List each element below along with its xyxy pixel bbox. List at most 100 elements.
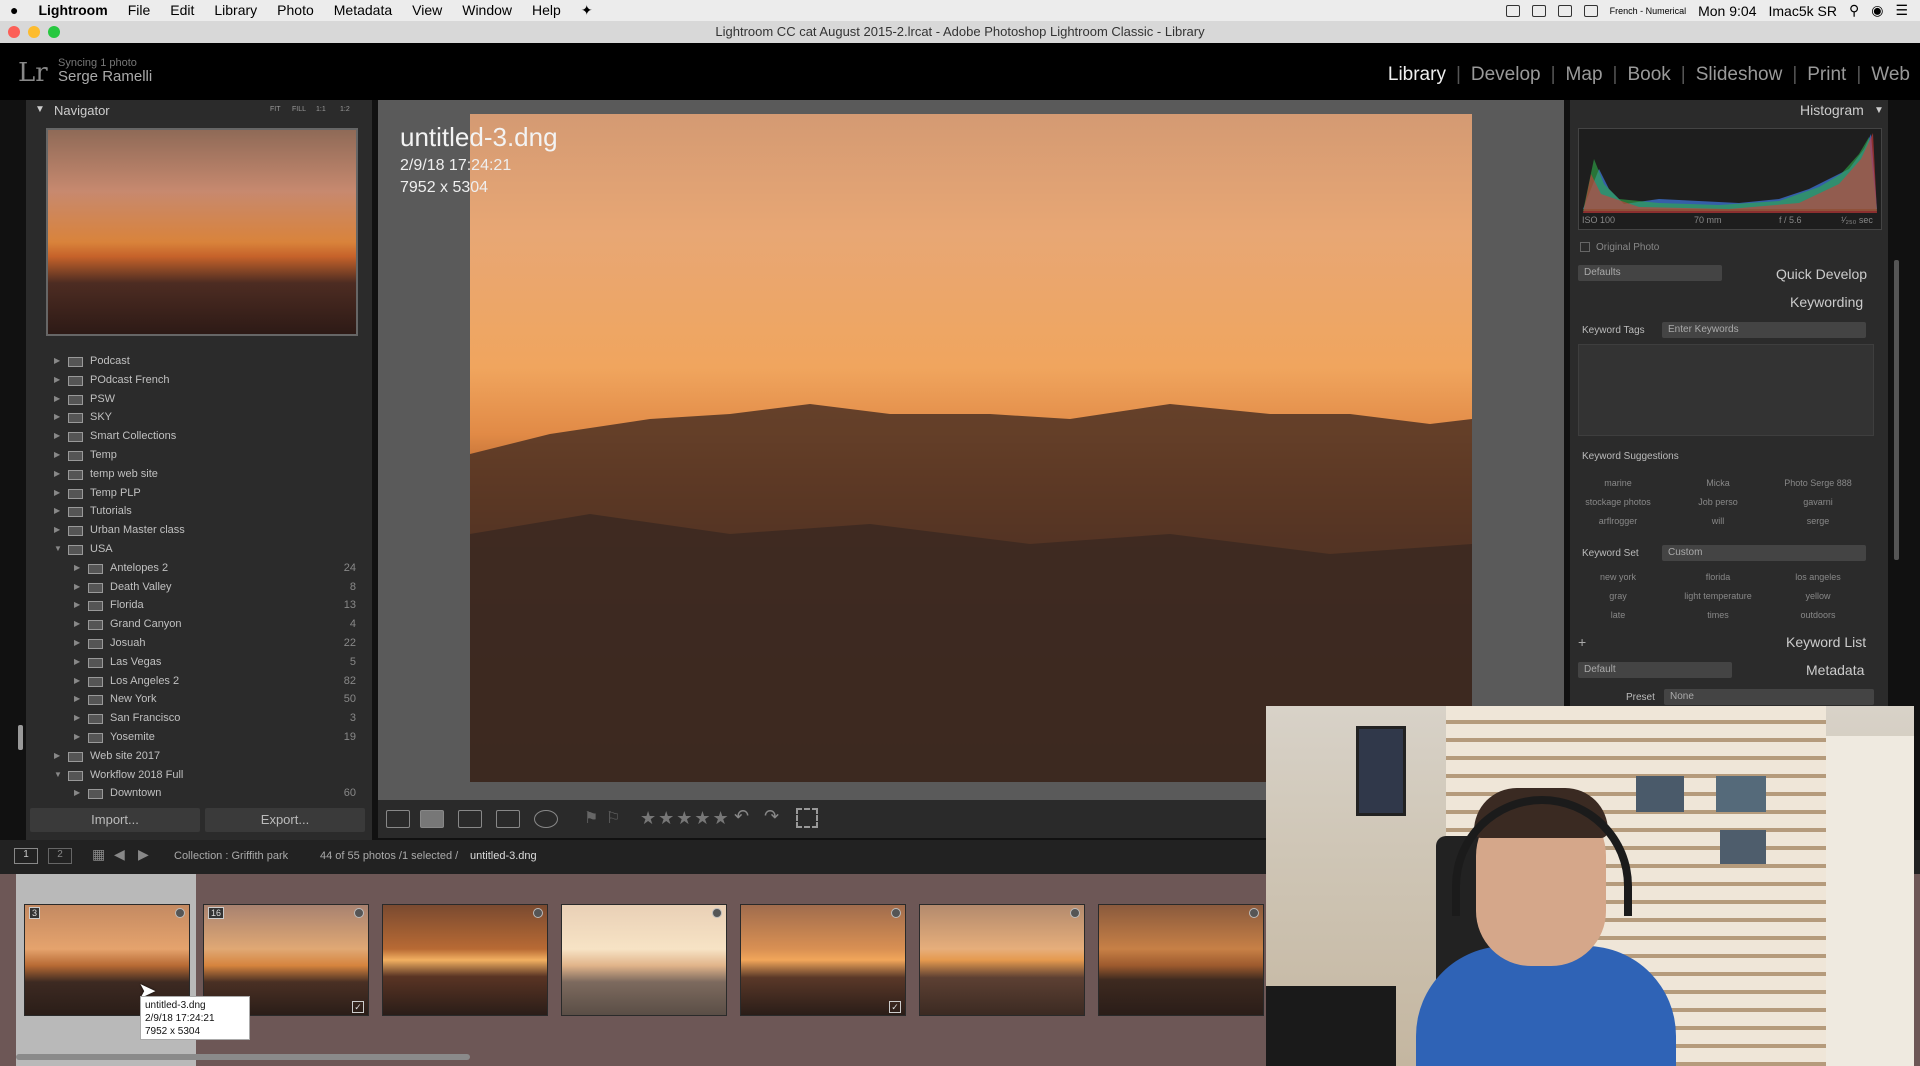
zoom-fit[interactable]: FIT: [270, 106, 281, 113]
module-print[interactable]: Print: [1807, 64, 1846, 86]
folder-row[interactable]: ▶ Death Valley 8: [30, 578, 366, 597]
disclosure-triangle-icon[interactable]: ▶: [54, 465, 60, 484]
select-circle-icon[interactable]: [891, 908, 901, 918]
module-map[interactable]: Map: [1566, 64, 1603, 86]
keyword-set-word[interactable]: florida: [1678, 572, 1758, 582]
secondary-window-button[interactable]: 2: [48, 848, 72, 864]
disclosure-triangle-icon[interactable]: ▶: [74, 559, 80, 578]
disclosure-triangle-icon[interactable]: ▶: [74, 596, 80, 615]
filmstrip-thumbnail[interactable]: [561, 904, 727, 1016]
select-circle-icon[interactable]: [354, 908, 364, 918]
filmstrip-thumbnail[interactable]: ✓: [740, 904, 906, 1016]
menu-library[interactable]: Library: [204, 0, 267, 21]
disclosure-triangle-icon[interactable]: ▼: [35, 104, 45, 115]
disclosure-triangle-icon[interactable]: ▶: [74, 672, 80, 691]
zoom-1-1[interactable]: 1:1: [316, 106, 326, 113]
keyword-set-word[interactable]: new york: [1578, 572, 1658, 582]
keyword-set-word[interactable]: los angeles: [1778, 572, 1858, 582]
keyword-suggestion[interactable]: marine: [1578, 478, 1658, 488]
metadata-preset-select[interactable]: None: [1664, 689, 1874, 705]
input-source[interactable]: French - Numerical: [1610, 6, 1687, 16]
select-circle-icon[interactable]: [175, 908, 185, 918]
folder-row[interactable]: ▶ Temp: [30, 446, 366, 465]
stack-count-badge[interactable]: 16: [208, 907, 225, 919]
folder-row[interactable]: ▶ PSW: [30, 390, 366, 409]
select-circle-icon[interactable]: [533, 908, 543, 918]
metadata-view-select[interactable]: Default: [1578, 662, 1732, 678]
folder-row[interactable]: ▶ Podcast: [30, 352, 366, 371]
disclosure-triangle-icon[interactable]: ▶: [54, 484, 60, 503]
user-menu[interactable]: Imac5k SR: [1768, 3, 1836, 19]
folder-row[interactable]: ▶ SKY: [30, 408, 366, 427]
disclosure-triangle-icon[interactable]: ▶: [74, 615, 80, 634]
module-book[interactable]: Book: [1627, 64, 1670, 86]
menu-photo[interactable]: Photo: [267, 0, 324, 21]
folder-row[interactable]: ▶ Downtown 60: [30, 784, 366, 802]
minimize-window-button[interactable]: [28, 26, 40, 38]
import-button[interactable]: Import...: [30, 808, 200, 832]
disclosure-triangle-icon[interactable]: ▶: [74, 709, 80, 728]
people-view-icon[interactable]: [534, 810, 558, 828]
module-slideshow[interactable]: Slideshow: [1696, 64, 1783, 86]
select-circle-icon[interactable]: [712, 908, 722, 918]
rotate-left-icon[interactable]: ↶: [734, 806, 749, 827]
filmstrip-thumbnail[interactable]: [382, 904, 548, 1016]
keyword-tags-select[interactable]: Enter Keywords: [1662, 322, 1866, 338]
main-window-button[interactable]: 1: [14, 848, 38, 864]
module-develop[interactable]: Develop: [1471, 64, 1541, 86]
folder-row[interactable]: ▶ POdcast French: [30, 371, 366, 390]
metadata-title[interactable]: Metadata: [1806, 662, 1864, 678]
list-icon[interactable]: ☰: [1895, 2, 1908, 19]
disclosure-triangle-icon[interactable]: ▶: [54, 390, 60, 409]
folder-row[interactable]: ▶ Web site 2017: [30, 747, 366, 766]
grid-icon[interactable]: ▦: [92, 846, 105, 863]
back-arrow-icon[interactable]: ◀: [114, 846, 125, 863]
keyword-suggestion[interactable]: Job perso: [1678, 497, 1758, 507]
dropbox-icon[interactable]: [1531, 4, 1546, 17]
survey-view-icon[interactable]: [496, 810, 520, 828]
keyword-suggestion[interactable]: stockage photos: [1578, 497, 1658, 507]
folder-row[interactable]: ▶ Urban Master class: [30, 521, 366, 540]
loupe-image[interactable]: [470, 114, 1472, 782]
keyword-suggestion[interactable]: Micka: [1678, 478, 1758, 488]
folder-row[interactable]: ▶ San Francisco 3: [30, 709, 366, 728]
left-panel-scrollbar[interactable]: [18, 725, 23, 750]
keyword-suggestion[interactable]: will: [1678, 516, 1758, 526]
keyword-set-word[interactable]: light temperature: [1678, 591, 1758, 601]
rotate-right-icon[interactable]: ↷: [764, 806, 779, 827]
close-window-button[interactable]: [8, 26, 20, 38]
navigator-header[interactable]: ▼ Navigator FIT FILL 1:1 1:2: [30, 102, 366, 122]
filmstrip-thumbnail[interactable]: [1098, 904, 1264, 1016]
keyword-set-word[interactable]: late: [1578, 610, 1658, 620]
folder-row[interactable]: ▶ Smart Collections: [30, 427, 366, 446]
disclosure-triangle-icon[interactable]: ▶: [74, 578, 80, 597]
keyword-text-area[interactable]: [1578, 344, 1874, 436]
keyword-set-word[interactable]: outdoors: [1778, 610, 1858, 620]
module-library[interactable]: Library: [1388, 64, 1446, 86]
disclosure-triangle-icon[interactable]: ▶: [54, 408, 60, 427]
folder-row[interactable]: ▶ Florida 13: [30, 596, 366, 615]
disclosure-triangle-icon[interactable]: ▶: [74, 690, 80, 709]
folder-row[interactable]: ▶ Josuah 22: [30, 634, 366, 653]
keywording-title[interactable]: Keywording: [1790, 294, 1863, 310]
forward-arrow-icon[interactable]: ▶: [138, 846, 149, 863]
navigator-preview[interactable]: [46, 128, 358, 336]
disclosure-triangle-icon[interactable]: ▶: [54, 446, 60, 465]
app-menu[interactable]: Lightroom: [28, 0, 117, 21]
original-photo-checkbox[interactable]: [1580, 242, 1590, 252]
siri-icon[interactable]: ◉: [1871, 2, 1883, 19]
menu-window[interactable]: Window: [452, 0, 522, 21]
disclosure-triangle-icon[interactable]: ▶: [74, 728, 80, 747]
keyword-set-word[interactable]: yellow: [1778, 591, 1858, 601]
filmstrip-selected-name[interactable]: untitled-3.dng: [470, 850, 537, 862]
module-web[interactable]: Web: [1871, 64, 1910, 86]
quick-develop-preset-select[interactable]: Defaults: [1578, 265, 1722, 281]
search-icon[interactable]: ⚲: [1849, 2, 1859, 19]
folder-row[interactable]: ▼ Workflow 2018 Full: [30, 766, 366, 785]
apple-menu-icon[interactable]: ●: [0, 0, 28, 21]
star-rating[interactable]: ★★★★★: [640, 808, 731, 829]
grid-view-icon[interactable]: [386, 810, 410, 828]
folder-row[interactable]: ▶ Antelopes 2 24: [30, 559, 366, 578]
disclosure-triangle-icon[interactable]: ▶: [54, 371, 60, 390]
disclosure-triangle-icon[interactable]: ▶: [74, 634, 80, 653]
